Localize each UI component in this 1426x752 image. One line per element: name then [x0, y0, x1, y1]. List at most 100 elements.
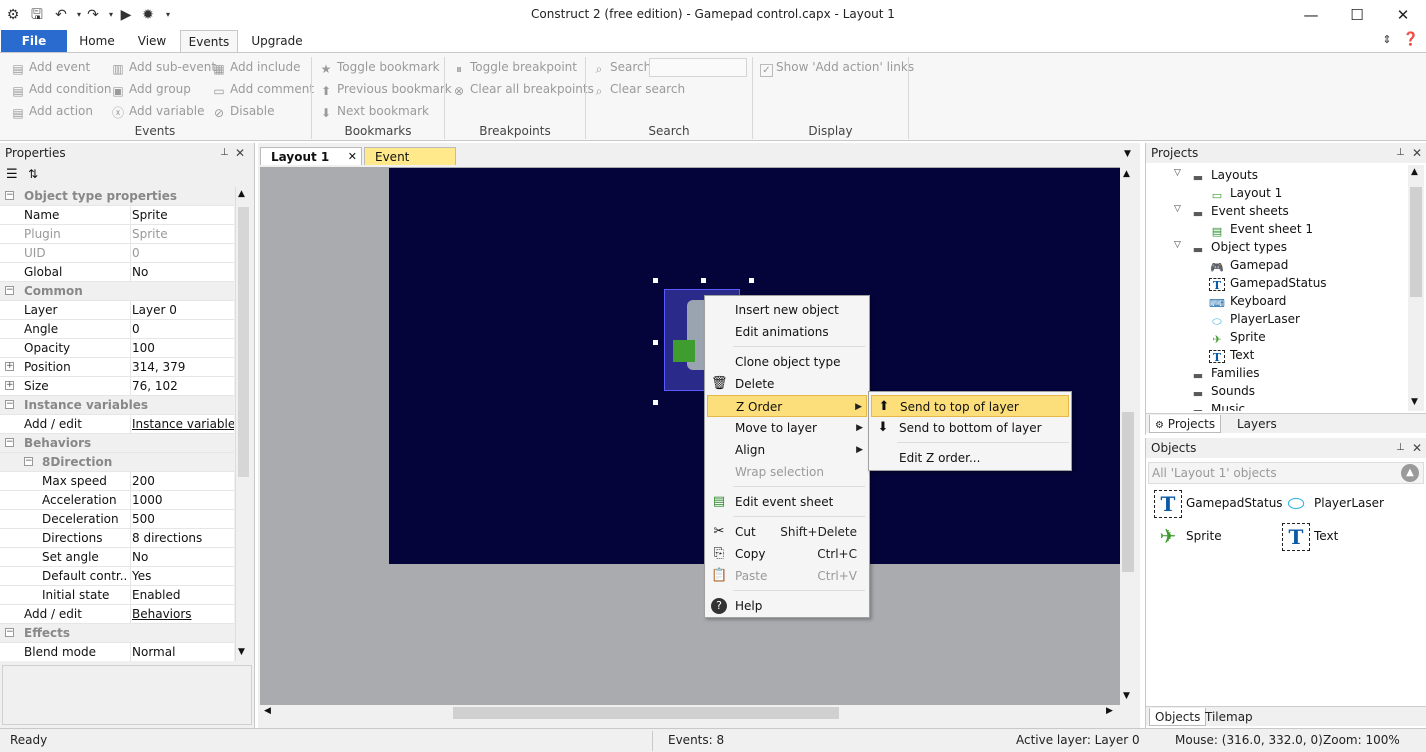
tree-item[interactable]: T Text [1209, 346, 1254, 364]
tree-item[interactable]: ▤ Event sheet 1 [1209, 220, 1313, 238]
tree-item[interactable]: ▬ Event sheets [1190, 202, 1289, 220]
menu-item-cut[interactable]: ✂ Cut Shift+Delete [707, 521, 867, 543]
object-item[interactable]: ⬭ PlayerLaser [1282, 486, 1384, 520]
help-circle-icon[interactable]: ❓ [1402, 31, 1420, 49]
tab-events[interactable]: Events [180, 30, 238, 53]
minimize-button[interactable]: — [1288, 0, 1334, 30]
property-row[interactable]: Blend mode Normal [0, 643, 234, 661]
scroll-up-icon[interactable]: ▲ [1123, 169, 1130, 179]
scroll-down-icon[interactable]: ▼ [1411, 397, 1418, 407]
tab-upgrade[interactable]: Upgrade [244, 30, 310, 52]
chevron-down-icon[interactable]: ▽ [1174, 204, 1181, 214]
add-sub-event-button[interactable]: ▥ Add sub-event [110, 57, 216, 77]
property-row[interactable]: −8Direction [0, 453, 234, 472]
tree-item[interactable]: ▬ Sounds [1190, 382, 1255, 400]
collapse-icon[interactable]: − [5, 286, 14, 295]
projects-scrollbar[interactable]: ▲ ▼ [1408, 165, 1424, 411]
property-row[interactable]: Opacity 100 [0, 339, 234, 358]
clear-search-button[interactable]: ⌕ Clear search [591, 79, 685, 99]
tree-item[interactable]: ⌨ Keyboard [1209, 292, 1286, 310]
property-row[interactable]: Max speed 200 [0, 472, 234, 491]
clear-all-breakpoints-button[interactable]: ⊗ Clear all breakpoints [451, 79, 594, 99]
tree-item[interactable]: ▭ Layout 1 [1209, 184, 1282, 202]
tab-event-sheet-1[interactable]: Event sheet 1 [364, 147, 456, 182]
tree-item[interactable]: ▬ Layouts [1190, 166, 1258, 184]
menu-item-edit-animations[interactable]: Edit animations [707, 321, 867, 343]
add-condition-button[interactable]: ▤ Add condition [10, 79, 111, 99]
property-row[interactable]: UID 0 [0, 244, 234, 263]
add-action-button[interactable]: ▤ Add action [10, 101, 93, 121]
toggle-breakpoint-button[interactable]: ⏸ Toggle breakpoint [451, 57, 577, 77]
add-group-button[interactable]: ▣ Add group [110, 79, 191, 99]
pin-icon[interactable]: ⊥ [220, 143, 229, 163]
tree-item[interactable]: ⬭ PlayerLaser [1209, 310, 1300, 328]
pin-icon[interactable]: ⊥ [1396, 143, 1405, 163]
properties-scrollbar[interactable]: ▲ ▼ [235, 187, 250, 661]
scroll-thumb[interactable] [238, 207, 249, 477]
scroll-up-icon[interactable]: ▲ [1411, 167, 1418, 177]
pin-icon[interactable]: ⊥ [1396, 438, 1405, 458]
search-input[interactable] [649, 58, 747, 77]
property-row[interactable]: Add / edit Instance variables [0, 415, 234, 434]
scroll-thumb[interactable] [1410, 187, 1422, 297]
menu-item-align[interactable]: Align ▶ [707, 439, 867, 461]
toggle-bookmark-button[interactable]: ★ Toggle bookmark [318, 57, 440, 77]
property-row[interactable]: Directions 8 directions [0, 529, 234, 548]
tab-file[interactable]: File [1, 30, 67, 52]
expand-icon[interactable]: + [5, 362, 14, 371]
tree-item[interactable]: 🎮 Gamepad [1209, 256, 1288, 274]
menu-item-copy[interactable]: ⎘ Copy Ctrl+C [707, 543, 867, 565]
object-item[interactable]: T GamepadStatus [1154, 486, 1283, 520]
collapse-icon[interactable]: − [5, 628, 14, 637]
menu-item-move-to-layer[interactable]: Move to layer ▶ [707, 417, 867, 439]
scroll-down-icon[interactable]: ▼ [1123, 691, 1130, 701]
chevron-down-icon[interactable]: ▽ [1174, 168, 1181, 178]
add-event-button[interactable]: ▤ Add event [10, 57, 90, 77]
tab-projects[interactable]: ⚙ Projects [1149, 415, 1222, 433]
property-row[interactable]: − Effects [0, 624, 234, 643]
property-row[interactable]: − Behaviors [0, 434, 234, 453]
tree-item[interactable]: ✈ Sprite [1209, 328, 1265, 346]
ribbon-toggle-icon[interactable]: ⇕ [1378, 31, 1396, 49]
search-button[interactable]: ⌕ Search [591, 57, 652, 77]
scroll-right-icon[interactable]: ▶ [1106, 706, 1113, 716]
layout-vertical-scrollbar[interactable]: ▲ ▼ [1120, 167, 1136, 705]
collapse-icon[interactable]: − [5, 191, 14, 200]
tree-item[interactable]: T GamepadStatus [1209, 274, 1327, 292]
property-row[interactable]: Plugin Sprite [0, 225, 234, 244]
tree-item[interactable]: ▬ Object types [1190, 238, 1287, 256]
submenu-item-edit-z-order-[interactable]: Edit Z order... [871, 447, 1069, 469]
categorized-icon[interactable]: ☰ [6, 167, 18, 182]
property-row[interactable]: Default contr... Yes [0, 567, 234, 586]
property-row[interactable]: − Instance variables [0, 396, 234, 415]
property-row[interactable]: − Object type properties [0, 187, 234, 206]
tab-objects[interactable]: Objects [1149, 708, 1207, 726]
objects-filter-bar[interactable]: All 'Layout 1' objects ▲ [1148, 462, 1424, 484]
property-row[interactable]: + Size 76, 102 [0, 377, 234, 396]
up-level-icon[interactable]: ▲ [1401, 464, 1419, 482]
object-item[interactable]: ✈ Sprite [1154, 519, 1222, 553]
scroll-up-icon[interactable]: ▲ [238, 189, 245, 199]
property-row[interactable]: Global No [0, 263, 234, 282]
property-link[interactable]: Behaviors [130, 605, 234, 624]
maximize-button[interactable]: ☐ [1334, 0, 1380, 30]
submenu-item-send-to-bottom-of-layer[interactable]: ⬇ Send to bottom of layer [871, 417, 1069, 439]
property-row[interactable]: Deceleration 500 [0, 510, 234, 529]
menu-item-insert-new-object[interactable]: Insert new object [707, 299, 867, 321]
collapse-icon[interactable]: − [24, 457, 33, 466]
next-bookmark-button[interactable]: ⬇ Next bookmark [318, 101, 429, 121]
resize-handle[interactable] [653, 278, 658, 283]
property-row[interactable]: Layer Layer 0 [0, 301, 234, 320]
resize-handle[interactable] [653, 400, 658, 405]
resize-handle[interactable] [701, 278, 706, 283]
disable-button[interactable]: ⊘ Disable [211, 101, 275, 121]
tab-view[interactable]: View [128, 30, 176, 52]
menu-item-edit-event-sheet[interactable]: ▤ Edit event sheet [707, 491, 867, 513]
property-row[interactable]: + Position 314, 379 [0, 358, 234, 377]
menu-item-clone-object-type[interactable]: Clone object type [707, 351, 867, 373]
property-row[interactable]: Acceleration 1000 [0, 491, 234, 510]
scroll-thumb[interactable] [453, 707, 839, 719]
layout-horizontal-scrollbar[interactable]: ◀ ▶ [260, 705, 1120, 721]
add-comment-button[interactable]: ▭ Add comment [211, 79, 314, 99]
sort-alphabetical-icon[interactable]: ⇅ [28, 167, 38, 181]
